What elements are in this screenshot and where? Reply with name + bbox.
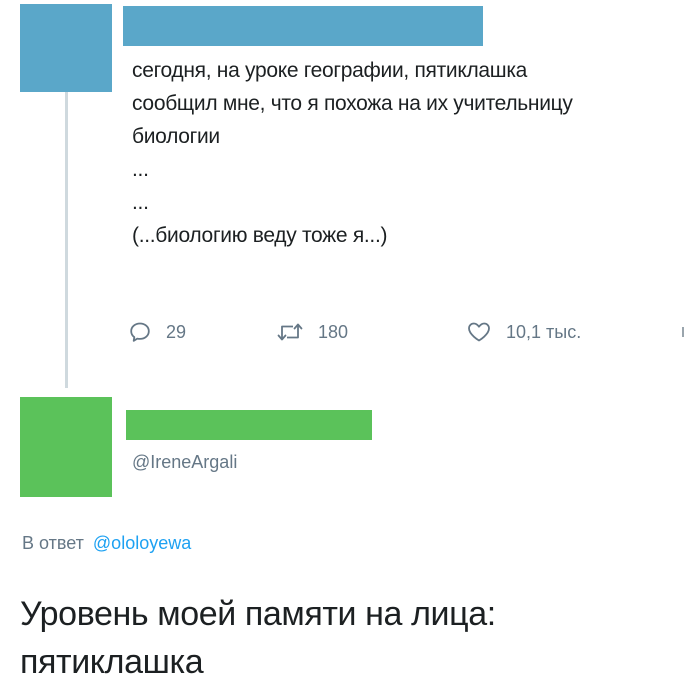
tweet-text-line: сегодня, на уроке географии, пятиклашка bbox=[132, 59, 528, 82]
reply-mention-link[interactable]: @ololoyewa bbox=[93, 533, 191, 553]
share-button[interactable] bbox=[682, 317, 684, 347]
user-handle[interactable]: @IreneArgali bbox=[132, 452, 237, 473]
reply-count: 29 bbox=[166, 321, 187, 342]
share-icon bbox=[682, 327, 684, 337]
tweet-text: Уровень моей памяти на лица: пятиклашка bbox=[20, 590, 690, 686]
thread-line bbox=[65, 92, 68, 388]
tweet-text-line: ... bbox=[132, 158, 149, 181]
retweet-count: 180 bbox=[318, 321, 349, 342]
reply-icon bbox=[130, 322, 150, 342]
like-count: 10,1 тыс. bbox=[506, 321, 582, 342]
like-button[interactable]: 10,1 тыс. bbox=[466, 317, 581, 347]
avatar[interactable] bbox=[20, 397, 112, 497]
redacted-display-name bbox=[123, 6, 483, 46]
tweet-text-line: пятиклашка bbox=[20, 643, 204, 681]
heart-icon bbox=[468, 322, 490, 342]
tweet-text-line: (...биологию веду тоже я...) bbox=[132, 224, 388, 247]
tweet-text-line: Уровень моей памяти на лица: bbox=[20, 595, 496, 633]
tweet-actions: 29 180 10,1 тыс. bbox=[128, 317, 688, 347]
avatar[interactable] bbox=[20, 4, 112, 92]
reply-context: В ответ @ololoyewa bbox=[22, 533, 191, 554]
tweet-text-line: биологии bbox=[132, 125, 220, 148]
reply-button[interactable]: 29 bbox=[128, 317, 186, 347]
redacted-display-name bbox=[126, 410, 372, 440]
retweet-button[interactable]: 180 bbox=[276, 317, 348, 347]
tweet-text: сегодня, на уроке географии, пятиклашка … bbox=[132, 54, 697, 252]
reply-prefix: В ответ bbox=[22, 533, 84, 553]
tweet-text-line: сообщил мне, что я похожа на их учительн… bbox=[132, 92, 573, 115]
tweet-text-line: ... bbox=[132, 191, 149, 214]
retweet-icon bbox=[277, 323, 303, 341]
